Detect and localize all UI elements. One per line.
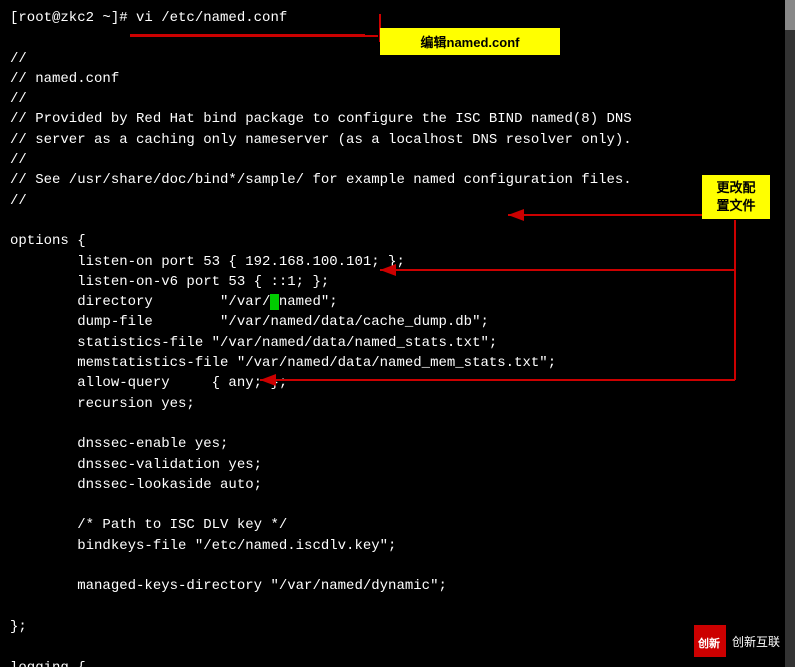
terminal-content: [root@zkc2 ~]# vi /etc/named.conf // // …: [10, 8, 785, 667]
line-memstatistics: memstatistics-file "/var/named/data/name…: [10, 355, 556, 371]
line-bindkeys: bindkeys-file "/etc/named.iscdlv.key";: [10, 538, 396, 554]
watermark-text: 创新互联: [732, 633, 780, 650]
line-named-conf: // named.conf: [10, 71, 119, 87]
prompt-line: [root@zkc2 ~]# vi /etc/named.conf: [10, 10, 287, 26]
annotation-modify-config: 更改配置文件: [702, 175, 770, 219]
line-logging: logging {: [10, 660, 86, 667]
line-options: options {: [10, 233, 86, 249]
line-statistics: statistics-file "/var/named/data/named_s…: [10, 335, 497, 351]
scrollbar[interactable]: [785, 0, 795, 667]
svg-text:创新: 创新: [697, 636, 720, 650]
watermark: 创新 创新互联: [694, 625, 780, 657]
annotation-edit-named-conf: 编辑named.conf: [380, 28, 560, 55]
line-comment-2: //: [10, 91, 27, 107]
scrollbar-thumb[interactable]: [785, 0, 795, 30]
line-listen-on: listen-on port 53 { 192.168.100.101; };: [10, 254, 405, 270]
line-dnssec-lookaside: dnssec-lookaside auto;: [10, 477, 262, 493]
line-see: // See /usr/share/doc/bind*/sample/ for …: [10, 172, 632, 188]
line-dnssec-validation: dnssec-validation yes;: [10, 457, 262, 473]
line-server: // server as a caching only nameserver (…: [10, 132, 632, 148]
line-close-options: };: [10, 619, 27, 635]
line-managed-keys: managed-keys-directory "/var/named/dynam…: [10, 578, 447, 594]
line-dump-file: dump-file "/var/named/data/cache_dump.db…: [10, 314, 489, 330]
terminal-window: [root@zkc2 ~]# vi /etc/named.conf // // …: [0, 0, 795, 667]
line-allow-query: allow-query { any; };: [10, 375, 287, 391]
line-recursion: recursion yes;: [10, 396, 195, 412]
line-directory: directory "/var/ named";: [10, 294, 338, 310]
line-comment-1: //: [10, 51, 27, 67]
line-comment-4: //: [10, 193, 27, 209]
line-dnssec-enable: dnssec-enable yes;: [10, 436, 228, 452]
line-listen-on-v6: listen-on-v6 port 53 { ::1; };: [10, 274, 329, 290]
line-provided: // Provided by Red Hat bind package to c…: [10, 111, 632, 127]
line-path-comment: /* Path to ISC DLV key */: [10, 517, 287, 533]
watermark-logo: 创新: [694, 625, 726, 657]
line-comment-3: //: [10, 152, 27, 168]
